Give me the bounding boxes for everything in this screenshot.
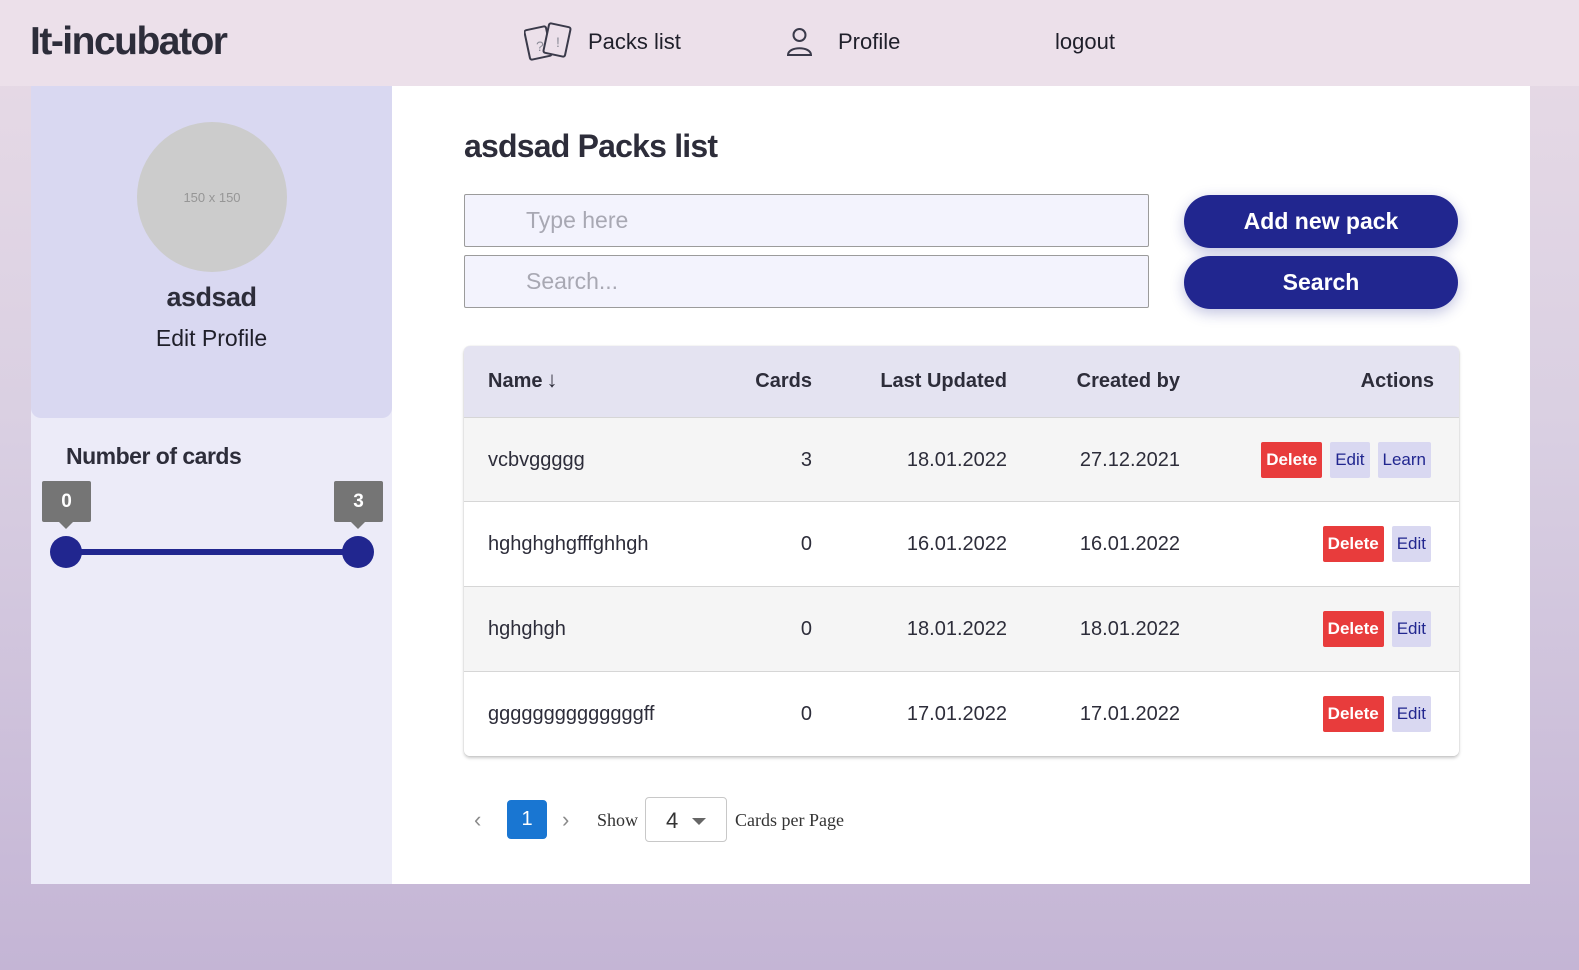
profile-card: 150 x 150 asdsad Edit Profile	[31, 86, 392, 418]
pack-created-by: 27.12.2021	[1079, 449, 1180, 471]
column-header-last-updated: Last Updated	[880, 370, 1007, 392]
avatar-placeholder-text: 150 x 150	[183, 189, 241, 205]
page-title: asdsad Packs list	[464, 128, 718, 164]
pack-last-updated: 17.01.2022	[906, 703, 1007, 725]
avatar: 150 x 150	[137, 122, 287, 272]
nav-logout-label: logout	[1055, 29, 1115, 54]
edit-profile-link[interactable]: Edit Profile	[31, 325, 392, 352]
pack-last-updated: 16.01.2022	[906, 533, 1007, 555]
search-input[interactable]	[464, 255, 1149, 308]
type-here-input[interactable]	[464, 194, 1149, 247]
pack-cards-count: 0	[800, 618, 812, 640]
page-1-button[interactable]: 1	[507, 800, 547, 839]
main-content: asdsad Packs list Add new pack Search Na…	[392, 86, 1530, 884]
row-actions: Delete Edit	[1315, 696, 1431, 732]
svg-text:!: !	[556, 34, 560, 50]
row-actions: Delete Edit	[1315, 611, 1431, 647]
column-header-created-by: Created by	[1076, 370, 1180, 392]
edit-button[interactable]: Edit	[1330, 442, 1370, 478]
number-of-cards-label: Number of cards	[66, 443, 242, 469]
learn-button[interactable]: Learn	[1377, 442, 1431, 478]
chevron-right-icon[interactable]: ›	[562, 807, 569, 833]
pack-cards-count: 0	[800, 533, 812, 555]
delete-button[interactable]: Delete	[1322, 526, 1384, 562]
edit-button[interactable]: Edit	[1391, 611, 1431, 647]
pack-cards-count: 0	[800, 703, 812, 725]
range-min-handle[interactable]	[51, 537, 81, 567]
pack-cards-count: 3	[800, 449, 812, 471]
pack-created-by: 18.01.2022	[1079, 618, 1180, 640]
app-logo: It-incubator	[30, 20, 228, 63]
profile-username: asdsad	[166, 282, 257, 312]
delete-button[interactable]: Delete	[1322, 611, 1384, 647]
table-header: Name ↓ Cards Last Updated Created by Acti…	[464, 346, 1459, 417]
svg-text:?: ?	[536, 38, 544, 54]
nav-logout[interactable]: logout	[1055, 18, 1115, 66]
nav-profile[interactable]: Profile	[786, 18, 900, 66]
add-new-pack-button[interactable]: Add new pack	[1184, 195, 1458, 248]
row-actions: Delete Edit	[1315, 526, 1431, 562]
pack-name: hghghgh	[488, 618, 566, 640]
search-button[interactable]: Search	[1184, 256, 1458, 309]
range-max-handle[interactable]	[343, 537, 373, 567]
delete-button[interactable]: Delete	[1261, 442, 1323, 478]
top-header: It-incubator ? ! Packs list Profile logo…	[0, 0, 1579, 86]
chevron-left-icon[interactable]: ‹	[474, 807, 481, 833]
cards-per-page-label: Cards per Page	[735, 810, 844, 830]
sort-arrow-icon: ↓	[546, 367, 558, 392]
show-label: Show	[597, 810, 639, 830]
table-row: hghghgh 0 18.01.2022 18.01.2022 Delete E…	[464, 586, 1459, 671]
delete-button[interactable]: Delete	[1322, 696, 1384, 732]
column-header-actions: Actions	[1360, 370, 1434, 392]
pack-name: ggggggggggggggff	[488, 703, 655, 725]
table-row: ggggggggggggggff 0 17.01.2022 17.01.2022…	[464, 671, 1459, 756]
table-row: hghghghgfffghhgh 0 16.01.2022 16.01.2022…	[464, 501, 1459, 586]
edit-button[interactable]: Edit	[1391, 696, 1431, 732]
cards-icon: ? !	[524, 22, 572, 61]
packs-table: Name ↓ Cards Last Updated Created by Acti…	[464, 346, 1459, 756]
range-min-tooltip: 0	[42, 481, 91, 529]
user-icon	[786, 28, 813, 56]
nav-profile-label: Profile	[838, 29, 901, 54]
pack-last-updated: 18.01.2022	[906, 449, 1007, 471]
column-header-cards: Cards	[755, 370, 812, 392]
nav-packs-label: Packs list	[588, 29, 681, 54]
nav-packs-list[interactable]: ? ! Packs list	[524, 18, 681, 66]
table-row: vcbvggggg 3 18.01.2022 27.12.2021 Delete…	[464, 417, 1459, 502]
pack-created-by: 16.01.2022	[1079, 533, 1180, 555]
pack-name: vcbvggggg	[488, 449, 585, 471]
column-header-name-label: Name	[488, 370, 543, 392]
range-slider-track[interactable]	[66, 549, 358, 555]
column-header-name[interactable]: Name ↓	[488, 367, 558, 393]
pack-name: hghghghgfffghhgh	[488, 533, 649, 555]
edit-button[interactable]: Edit	[1391, 526, 1431, 562]
sidebar: 150 x 150 asdsad Edit Profile Number of …	[31, 86, 392, 884]
row-actions: Delete Edit Learn	[1253, 442, 1431, 478]
pack-last-updated: 18.01.2022	[906, 618, 1007, 640]
per-page-select[interactable]: 4	[645, 797, 727, 842]
per-page-value: 4	[666, 808, 679, 833]
range-max-tooltip: 3	[334, 481, 383, 529]
caret-down-icon	[692, 818, 706, 825]
pack-created-by: 17.01.2022	[1079, 703, 1180, 725]
